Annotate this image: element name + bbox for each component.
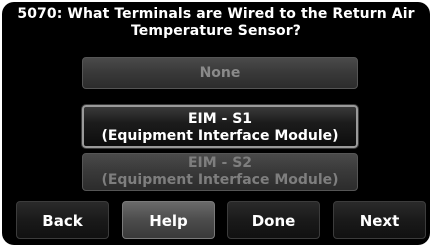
option-none-label: None bbox=[199, 65, 241, 81]
back-button[interactable]: Back bbox=[16, 201, 109, 239]
option-eim-s1-label: EIM - S1 bbox=[187, 111, 253, 127]
title-line-2: Temperature Sensor? bbox=[131, 23, 301, 39]
option-eim-s2-sublabel: (Equipment Interface Module) bbox=[101, 172, 339, 188]
title-line-1: 5070: What Terminals are Wired to the Re… bbox=[17, 6, 415, 22]
done-button[interactable]: Done bbox=[227, 201, 320, 239]
option-none-button[interactable]: None bbox=[82, 57, 358, 89]
option-eim-s1-button[interactable]: EIM - S1 (Equipment Interface Module) bbox=[82, 105, 358, 148]
option-eim-s1-sublabel: (Equipment Interface Module) bbox=[101, 128, 339, 144]
help-button[interactable]: Help bbox=[122, 201, 215, 239]
option-eim-s2-label: EIM - S2 bbox=[187, 155, 253, 171]
page-title: 5070: What Terminals are Wired to the Re… bbox=[2, 6, 430, 40]
thermostat-screen: 5070: What Terminals are Wired to the Re… bbox=[2, 2, 430, 245]
next-button[interactable]: Next bbox=[333, 201, 426, 239]
option-eim-s2-button[interactable]: EIM - S2 (Equipment Interface Module) bbox=[82, 153, 358, 191]
